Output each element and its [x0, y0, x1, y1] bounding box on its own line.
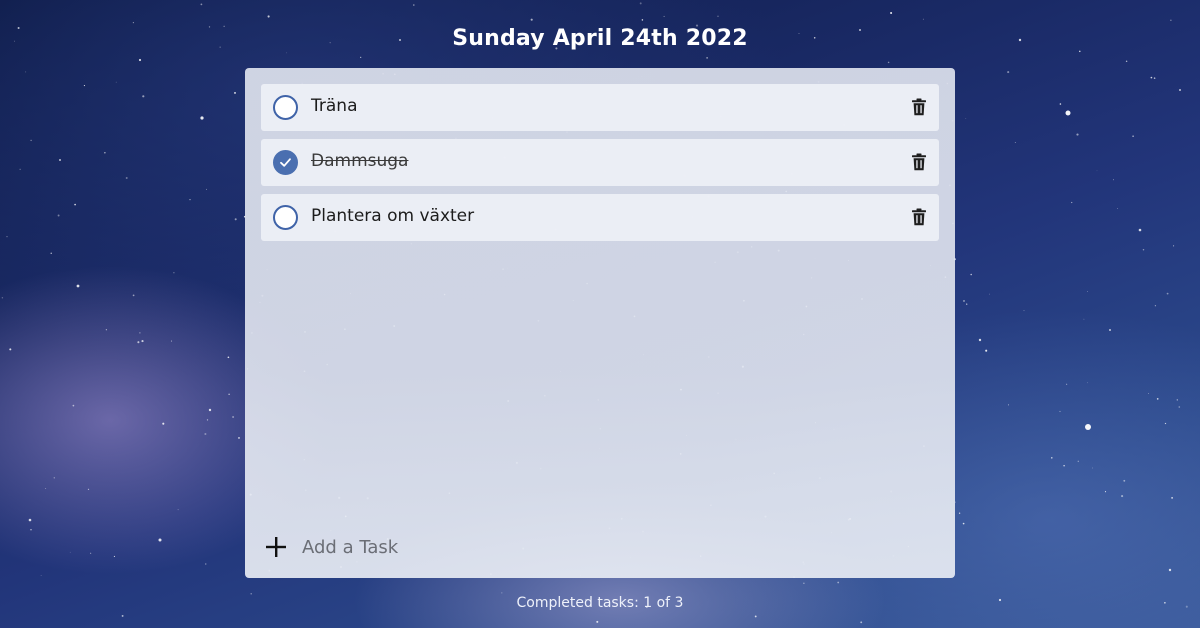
- trash-icon[interactable]: [911, 98, 927, 116]
- completed-tasks-status: Completed tasks: 1 of 3: [516, 595, 684, 611]
- checkmark-icon: [280, 158, 291, 167]
- trash-icon[interactable]: [911, 153, 927, 171]
- plus-icon[interactable]: [265, 536, 287, 558]
- add-task-input[interactable]: [302, 536, 682, 558]
- task-item: Träna: [261, 84, 939, 131]
- todo-panel: Träna Dammsuga Plantera om växter Add a …: [245, 68, 955, 578]
- add-task-row: [265, 534, 682, 560]
- task-label[interactable]: Plantera om växter: [311, 206, 474, 226]
- page-title-date: Sunday April 24th 2022: [452, 26, 748, 51]
- task-list: Träna Dammsuga Plantera om växter: [261, 84, 939, 249]
- task-item: Plantera om växter: [261, 194, 939, 241]
- task-checkbox[interactable]: [273, 205, 298, 230]
- task-checkbox-checked[interactable]: [273, 150, 298, 175]
- task-label-completed[interactable]: Dammsuga: [311, 151, 408, 171]
- task-checkbox[interactable]: [273, 95, 298, 120]
- trash-icon[interactable]: [911, 208, 927, 226]
- task-item: Dammsuga: [261, 139, 939, 186]
- task-label[interactable]: Träna: [311, 96, 357, 116]
